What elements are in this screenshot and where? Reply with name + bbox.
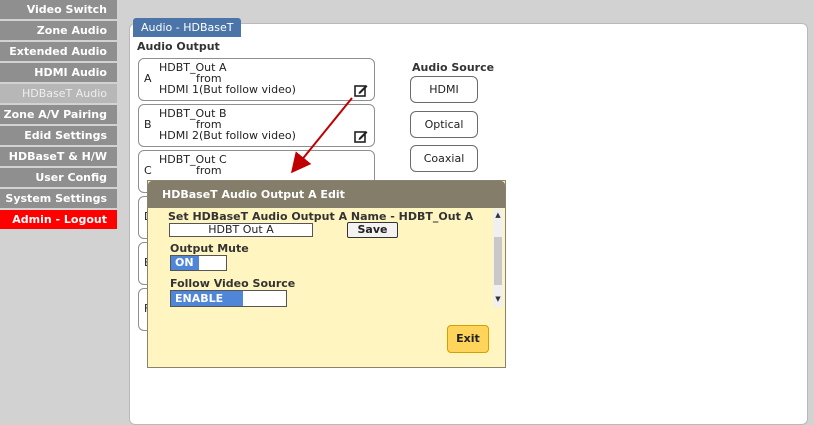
output-letter: A [144, 72, 152, 85]
edit-icon[interactable] [354, 129, 368, 143]
sidebar-item-zone-av-pairing[interactable]: Zone A/V Pairing [0, 105, 117, 125]
sidebar: Video Switch Zone Audio Extended Audio H… [0, 0, 117, 425]
scroll-thumb[interactable] [494, 237, 502, 285]
scroll-up-arrow-icon[interactable]: ▲ [493, 211, 503, 219]
follow-video-state: ENABLE [171, 291, 243, 306]
app-window: Video Switch Zone Audio Extended Audio H… [0, 0, 814, 425]
output-letter: B [144, 118, 152, 131]
follow-video-label: Follow Video Source [170, 277, 296, 290]
output-card-a[interactable]: A HDBT_Out A from HDMI 1(But follow vide… [138, 58, 375, 101]
source-coaxial-button[interactable]: Coaxial [410, 145, 478, 172]
sidebar-item-system-settings[interactable]: System Settings [0, 189, 117, 209]
dialog-scrollbar[interactable]: ▲ ▼ [493, 209, 503, 307]
output-mute-toggle[interactable]: ON [170, 255, 227, 271]
sidebar-item-user-config[interactable]: User Config [0, 168, 117, 188]
output-mute-state: ON [171, 256, 199, 270]
audio-source-title: Audio Source [412, 61, 495, 74]
source-hdmi-button[interactable]: HDMI [410, 76, 478, 103]
scroll-down-arrow-icon[interactable]: ▼ [493, 295, 503, 303]
output-name-input[interactable]: HDBT Out A [169, 223, 313, 237]
edit-icon[interactable] [354, 83, 368, 97]
sidebar-item-hdbaset-hw[interactable]: HDBaseT & H/W [0, 147, 117, 167]
sidebar-item-extended-audio[interactable]: Extended Audio [0, 42, 117, 62]
section-title: Audio Output [137, 40, 220, 53]
panel-tab: Audio - HDBaseT [133, 18, 242, 37]
sidebar-item-video-switch[interactable]: Video Switch [0, 0, 117, 20]
output-source: HDMI 2(But follow video) [159, 129, 296, 142]
output-card-b[interactable]: B HDBT_Out B from HDMI 2(But follow vide… [138, 104, 375, 147]
save-button[interactable]: Save [347, 222, 398, 238]
output-mute-label: Output Mute [170, 242, 249, 255]
exit-button[interactable]: Exit [447, 325, 489, 353]
sidebar-item-hdbaset-audio[interactable]: HDBaseT Audio [0, 84, 117, 104]
dialog-title: HDBaseT Audio Output A Edit [148, 181, 505, 208]
sidebar-item-edid-settings[interactable]: Edid Settings [0, 126, 117, 146]
output-source: HDMI 1(But follow video) [159, 83, 296, 96]
output-letter: C [144, 164, 152, 177]
sidebar-item-admin-logout[interactable]: Admin - Logout [0, 210, 117, 230]
source-optical-button[interactable]: Optical [410, 111, 478, 138]
name-field-label: Set HDBaseT Audio Output A Name - HDBT_O… [168, 210, 474, 223]
edit-dialog: HDBaseT Audio Output A Edit Set HDBaseT … [147, 180, 506, 368]
follow-video-toggle[interactable]: ENABLE [170, 290, 287, 307]
sidebar-item-hdmi-audio[interactable]: HDMI Audio [0, 63, 117, 83]
output-from: from [196, 164, 222, 177]
sidebar-item-zone-audio[interactable]: Zone Audio [0, 21, 117, 41]
